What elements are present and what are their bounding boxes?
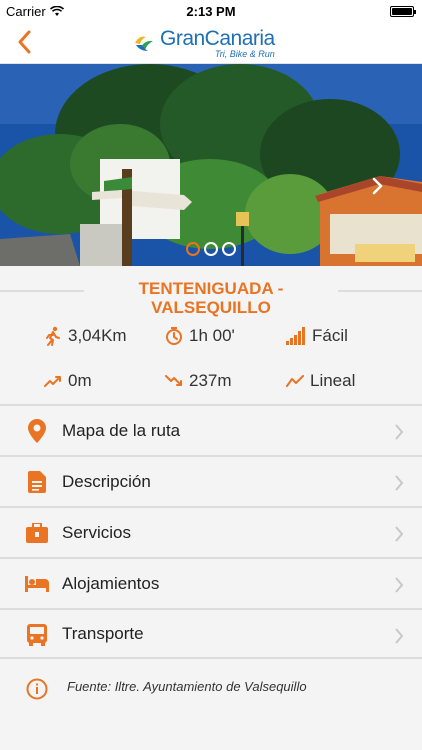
chevron-right-icon xyxy=(395,475,404,491)
chevron-right-icon xyxy=(395,526,404,542)
route-type-stat: Lineal xyxy=(286,369,355,393)
menu-item-accommodation[interactable]: Alojamientos xyxy=(0,557,422,608)
route-type-value: Lineal xyxy=(310,371,356,390)
difficulty-value: Fácil xyxy=(312,326,348,345)
chevron-left-icon xyxy=(18,30,31,54)
menu-item-label: Alojamientos xyxy=(62,573,160,593)
battery-icon xyxy=(390,6,416,17)
brand-logo: GranCanaria Tri, Bike & Run xyxy=(132,25,275,61)
difficulty-stat: Fácil xyxy=(286,324,348,348)
descent-stat: 237m xyxy=(165,369,232,393)
bus-icon xyxy=(27,624,47,646)
menu-item-label: Servicios xyxy=(62,522,131,542)
chevron-right-icon xyxy=(395,577,404,593)
carousel-indicator[interactable] xyxy=(186,242,236,256)
walking-icon xyxy=(46,326,60,346)
stopwatch-icon xyxy=(166,327,182,345)
navigation-bar: GranCanaria Tri, Bike & Run xyxy=(0,22,422,64)
source-text: Fuente: Iltre. Ayuntamiento de Valsequil… xyxy=(67,679,307,694)
source-footer: Fuente: Iltre. Ayuntamiento de Valsequil… xyxy=(0,670,422,710)
carousel-dot[interactable] xyxy=(186,242,200,256)
briefcase-icon xyxy=(26,523,48,543)
chevron-right-icon xyxy=(395,424,404,440)
route-photo xyxy=(0,64,422,266)
carousel-dot[interactable] xyxy=(222,242,236,256)
time-stat: 1h 00' xyxy=(165,324,235,348)
trending-up-icon xyxy=(44,376,61,387)
carousel-dot[interactable] xyxy=(204,242,218,256)
divider xyxy=(0,290,84,292)
logo-mark-icon xyxy=(135,36,153,51)
route-title-area: TENTENIGUADA - VALSEQUILLO xyxy=(0,266,422,318)
menu-item-map[interactable]: Mapa de la ruta xyxy=(0,404,422,455)
back-button[interactable] xyxy=(6,24,42,60)
menu-item-label: Descripción xyxy=(62,471,151,491)
ascent-value: 0m xyxy=(68,371,92,390)
distance-stat: 3,04Km xyxy=(44,324,127,348)
route-title: TENTENIGUADA - VALSEQUILLO xyxy=(138,279,284,317)
signal-bars-icon xyxy=(286,327,305,345)
time-value: 1h 00' xyxy=(189,326,235,345)
descent-value: 237m xyxy=(189,371,232,390)
brand-name: GranCanaria xyxy=(160,26,275,50)
chevron-right-icon xyxy=(395,628,404,644)
status-bar: Carrier 2:13 PM xyxy=(0,0,422,22)
distance-value: 3,04Km xyxy=(68,326,127,345)
menu-item-transport[interactable]: Transporte xyxy=(0,608,422,659)
route-photo-carousel[interactable] xyxy=(0,64,422,266)
line-chart-icon xyxy=(286,375,304,387)
status-time: 2:13 PM xyxy=(186,4,236,19)
info-icon xyxy=(26,678,48,700)
menu-item-services[interactable]: Servicios xyxy=(0,506,422,557)
brand-tagline: Tri, Bike & Run xyxy=(214,48,275,59)
next-slide-icon[interactable] xyxy=(368,176,388,196)
menu-item-label: Mapa de la ruta xyxy=(62,420,181,440)
divider xyxy=(338,290,422,292)
menu-item-description[interactable]: Descripción xyxy=(0,455,422,506)
bed-icon xyxy=(25,576,49,592)
document-icon xyxy=(28,471,46,493)
ascent-stat: 0m xyxy=(44,369,92,393)
trending-down-icon xyxy=(165,375,182,386)
menu-item-label: Transporte xyxy=(62,623,144,643)
route-menu: Mapa de la ruta Descripción Servicios Al… xyxy=(0,404,422,659)
map-pin-icon xyxy=(28,419,46,443)
